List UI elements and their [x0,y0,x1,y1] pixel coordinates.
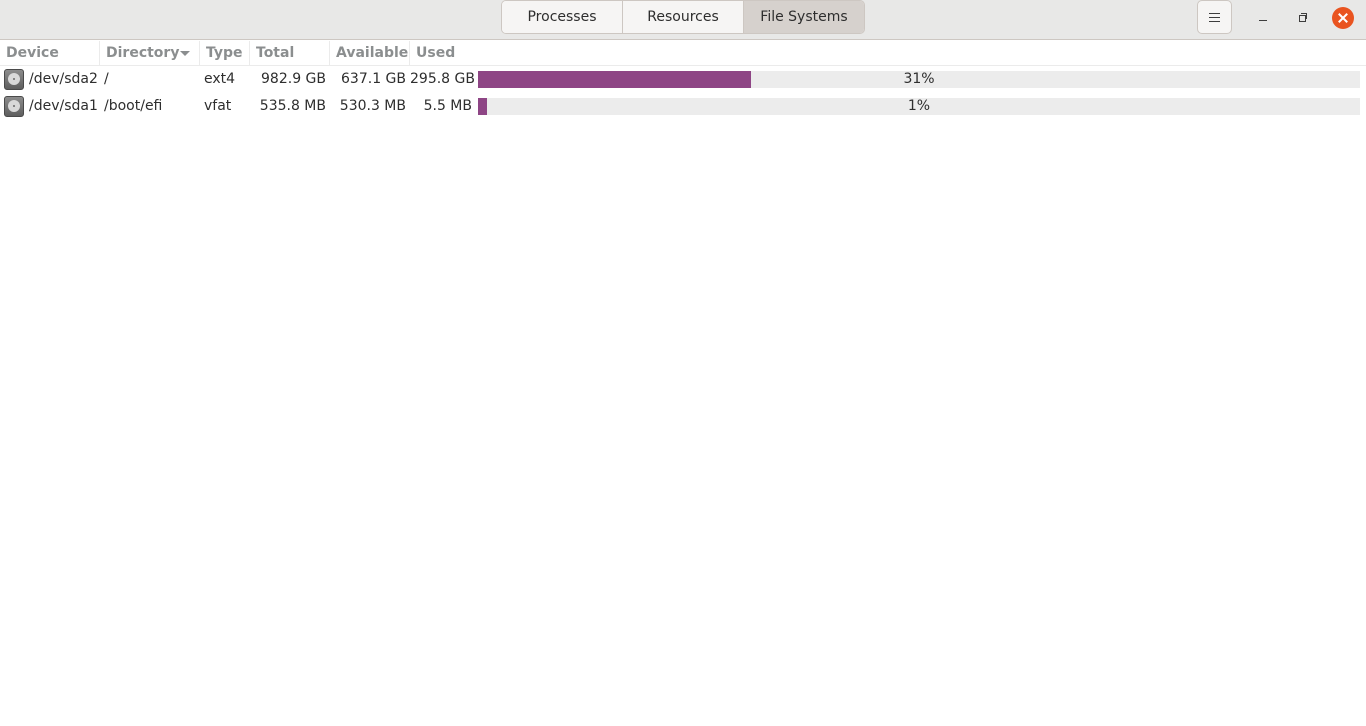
directory-cell: /boot/efi [104,98,163,114]
total-cell: 982.9 GB [261,71,326,87]
table-row[interactable]: /dev/sda2 / ext4 982.9 GB 637.1 GB 295.8… [0,66,1366,93]
usage-percent-label: 1% [907,98,931,114]
used-cell: 5.5 MB [423,98,472,114]
directory-cell: / [104,71,109,87]
close-button[interactable] [1332,7,1354,29]
device-cell: /dev/sda2 [29,71,98,87]
column-header-directory[interactable]: Directory [100,41,200,65]
type-cell: vfat [204,98,232,114]
tab-file-systems[interactable]: File Systems [744,1,864,33]
tab-processes[interactable]: Processes [502,1,623,33]
type-cell: ext4 [204,71,236,87]
close-icon [1338,13,1348,23]
total-cell: 535.8 MB [259,98,326,114]
usage-bar: 31% [478,71,1360,88]
view-switcher: Processes Resources File Systems [501,0,865,34]
device-cell: /dev/sda1 [29,98,98,114]
usage-bar: 1% [478,98,1360,115]
file-systems-table: Device Directory Type Total Available Us… [0,41,1366,120]
column-header-type[interactable]: Type [200,41,250,65]
main-menu-button[interactable] [1197,0,1232,34]
available-cell: 530.3 MB [339,98,406,114]
minimize-icon [1259,19,1267,21]
available-cell: 637.1 GB [341,71,406,87]
column-header-directory-label: Directory [106,45,180,61]
column-header-available[interactable]: Available [330,41,410,65]
minimize-button[interactable] [1252,7,1274,29]
used-cell: 295.8 GB [410,71,475,87]
usage-percent-label: 31% [903,71,935,87]
column-header-total[interactable]: Total [250,41,330,65]
header-bar: Processes Resources File Systems [0,0,1366,40]
drive-harddisk-icon [4,69,24,90]
system-monitor-window: Processes Resources File Systems Device … [0,0,1366,726]
column-header-device[interactable]: Device [0,41,100,65]
tab-resources[interactable]: Resources [623,1,744,33]
column-header-used[interactable]: Used [410,41,1366,65]
sort-descending-icon [180,51,190,56]
maximize-icon [1298,12,1307,22]
hamburger-menu-icon [1209,12,1220,22]
table-row[interactable]: /dev/sda1 /boot/efi vfat 535.8 MB 530.3 … [0,93,1366,120]
drive-harddisk-icon [4,96,24,117]
maximize-button[interactable] [1291,7,1313,29]
table-header: Device Directory Type Total Available Us… [0,41,1366,66]
